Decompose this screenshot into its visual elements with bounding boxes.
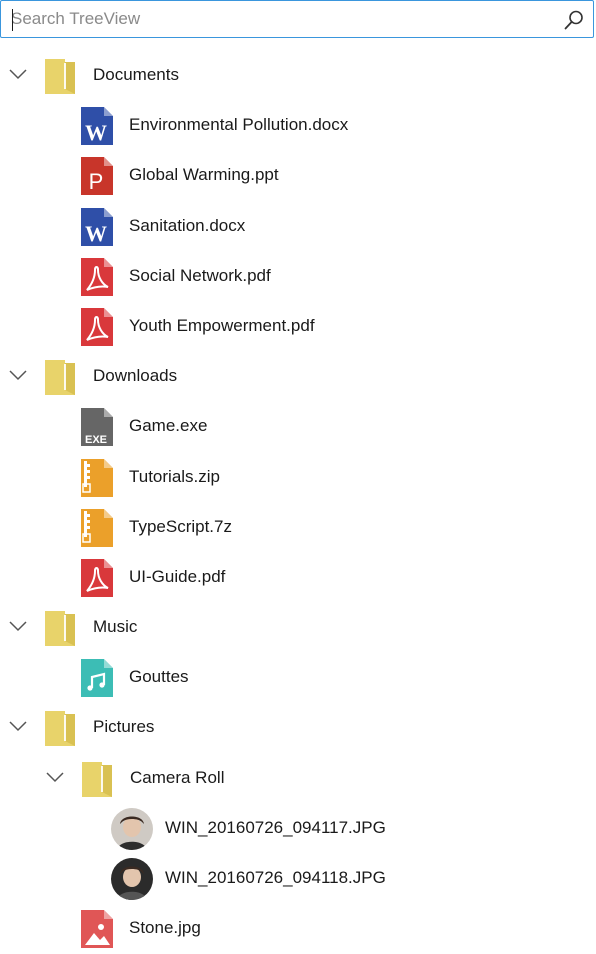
search-icon[interactable] — [563, 9, 585, 31]
tree-file-node[interactable]: TypeScript.7z — [0, 502, 596, 552]
tree-file-node[interactable]: Tutorials.zip — [0, 452, 596, 502]
tree-folder-node[interactable]: Music — [0, 602, 596, 652]
tree-node-label: Gouttes — [129, 667, 189, 687]
tree-node-label: Documents — [93, 65, 179, 84]
chevron-down-icon[interactable] — [45, 767, 65, 787]
tree-node-label: UI-Guide.pdf — [129, 566, 226, 586]
tree-file-node[interactable]: Social Network.pdf — [0, 251, 596, 301]
tree-file-node[interactable]: WIN_20160726_094118.JPG — [0, 853, 596, 903]
tree-node-label: Sanitation.docx — [129, 215, 246, 235]
tree-node-label: Downloads — [93, 366, 178, 386]
word-document-icon: W — [80, 207, 114, 247]
tree-file-node[interactable]: Youth Empowerment.pdf — [0, 301, 596, 351]
tree-node-label: Camera Roll — [130, 767, 225, 787]
pdf-icon — [80, 257, 114, 297]
svg-text:P: P — [89, 169, 104, 194]
tree-node-label: TypeScript.7z — [129, 516, 232, 536]
search-input[interactable] — [11, 1, 551, 37]
svg-text:W: W — [85, 221, 107, 246]
tree-file-node[interactable]: W Environmental Pollution.docx — [0, 100, 596, 150]
tree-file-node[interactable]: P Global Warming.ppt — [0, 150, 596, 200]
search-box[interactable] — [0, 0, 594, 38]
tree-node-label: Game.exe — [129, 416, 208, 436]
tree-node-label: Tutorials.zip — [129, 466, 221, 486]
chevron-down-icon[interactable] — [8, 64, 28, 84]
tree-node-label: Environmental Pollution.docx — [129, 115, 349, 135]
folder-icon — [81, 759, 115, 799]
folder-icon — [44, 56, 78, 96]
tree-node-label: Youth Empowerment.pdf — [129, 315, 315, 335]
photo-thumbnail — [111, 858, 153, 900]
tree-node-label: WIN_20160726_094118.JPG — [165, 868, 386, 887]
tree-node-label: Pictures — [93, 717, 155, 737]
tree-node-label: Music — [93, 617, 138, 637]
text-caret — [12, 9, 13, 31]
svg-text:EXE: EXE — [85, 434, 107, 446]
chevron-down-icon[interactable] — [8, 716, 28, 736]
tree-folder-node[interactable]: Camera Roll — [0, 753, 596, 803]
folder-icon — [44, 708, 78, 748]
tree-node-label: Stone.jpg — [129, 918, 201, 938]
pdf-icon — [80, 307, 114, 347]
powerpoint-icon: P — [80, 156, 114, 196]
tree-node-label: WIN_20160726_094117.JPG — [165, 817, 386, 837]
tree-file-node[interactable]: Stone.jpg — [0, 903, 596, 953]
archive-icon — [80, 458, 114, 498]
word-document-icon: W — [80, 106, 114, 146]
photo-thumbnail — [111, 807, 153, 850]
tree-folder-node[interactable]: Pictures — [0, 702, 596, 752]
folder-icon — [44, 608, 78, 648]
executable-icon: EXE — [80, 407, 114, 447]
tree-folder-node[interactable]: Documents — [0, 50, 596, 100]
tree-node-label: Global Warming.ppt — [129, 165, 279, 185]
tree-folder-node[interactable]: Downloads — [0, 351, 596, 401]
pdf-icon — [80, 558, 114, 598]
chevron-down-icon[interactable] — [8, 365, 28, 385]
tree-file-node[interactable]: WIN_20160726_094117.JPG — [0, 803, 596, 853]
image-file-icon — [80, 909, 114, 949]
music-file-icon — [80, 658, 114, 698]
folder-icon — [44, 357, 78, 397]
tree-file-node[interactable]: UI-Guide.pdf — [0, 552, 596, 602]
tree-file-node[interactable]: W Sanitation.docx — [0, 201, 596, 251]
archive-icon — [80, 508, 114, 548]
tree-file-node[interactable]: Gouttes — [0, 652, 596, 702]
tree-node-label: Social Network.pdf — [129, 265, 271, 285]
svg-text:W: W — [85, 120, 107, 145]
tree-view: Documents W Environmental Pollution.docx P G… — [0, 50, 596, 953]
chevron-down-icon[interactable] — [8, 616, 28, 636]
tree-file-node[interactable]: EXE Game.exe — [0, 401, 596, 451]
